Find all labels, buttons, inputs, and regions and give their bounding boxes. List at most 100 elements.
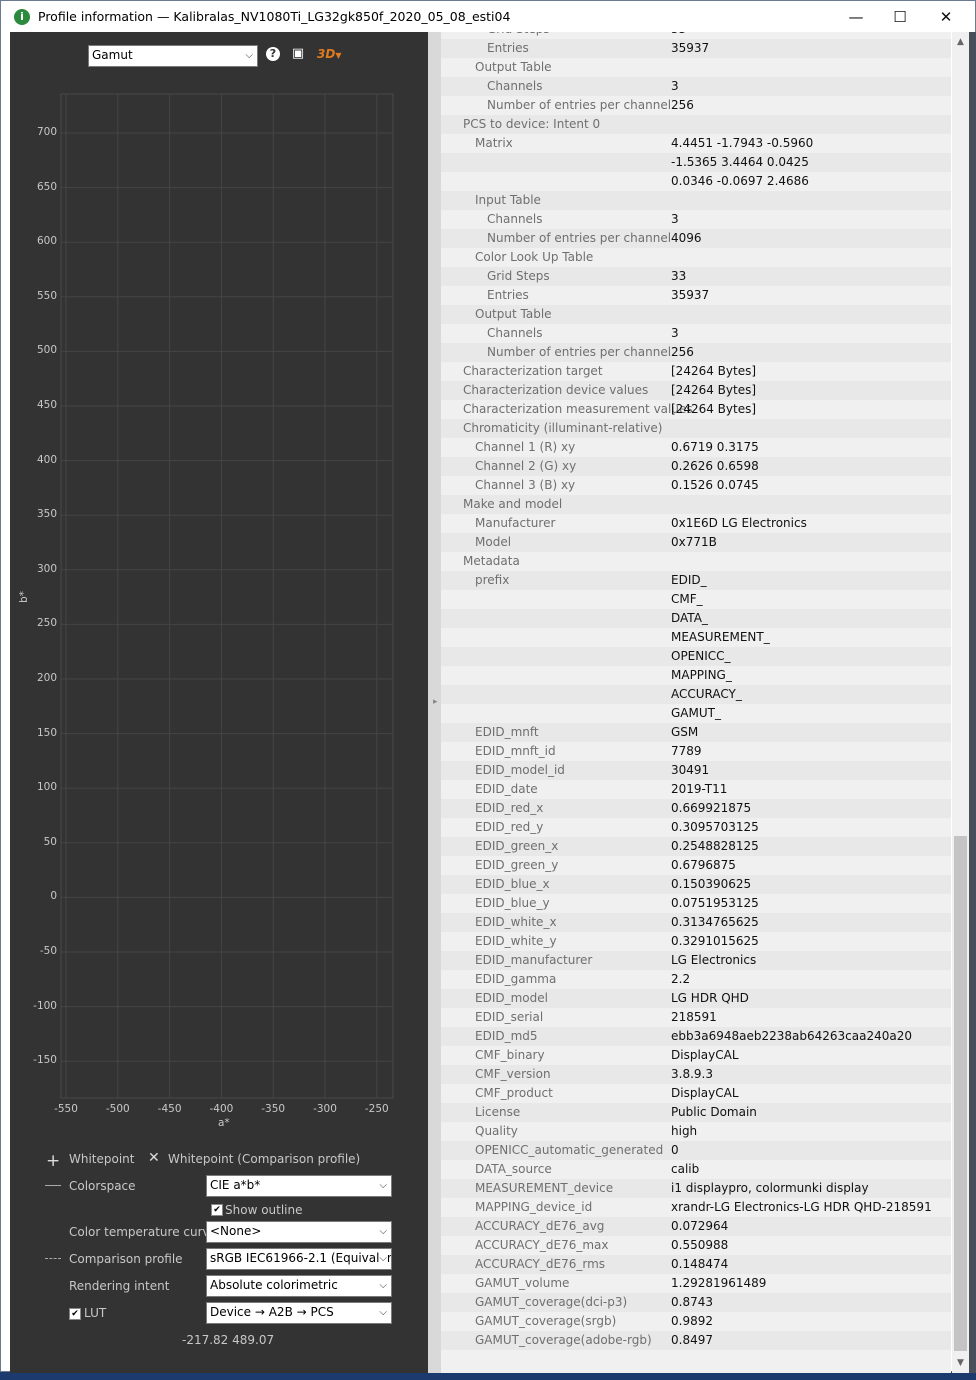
info-row[interactable]: EDID_manufacturer LG Electronics [441,951,951,970]
info-row[interactable]: Number of entries per channel 4096 [441,229,951,248]
info-row[interactable]: Manufacturer 0x1E6D LG Electronics [441,514,951,533]
info-row[interactable]: Color Look Up Table [441,248,951,267]
scroll-up-arrow-icon[interactable]: ▲ [952,34,969,51]
scroll-down-arrow-icon[interactable]: ▼ [952,1355,969,1372]
close-button[interactable]: ✕ [923,1,969,32]
info-key: EDID_red_x [475,801,544,815]
info-row[interactable]: EDID_date 2019-T11 [441,780,951,799]
gamut-plot[interactable] [1,1,441,1141]
info-row[interactable]: CMF_version 3.8.9.3 [441,1065,951,1084]
info-row[interactable]: EDID_model LG HDR QHD [441,989,951,1008]
info-row[interactable]: EDID_white_y 0.3291015625 [441,932,951,951]
minimize-button[interactable]: — [833,1,879,32]
info-row[interactable]: Grid Steps 33 [441,267,951,286]
info-row[interactable]: EDID_green_y 0.6796875 [441,856,951,875]
info-row[interactable]: Channel 1 (R) xy 0.6719 0.3175 [441,438,951,457]
info-row[interactable]: GAMUT_ [441,704,951,723]
info-row[interactable]: Characterization target [24264 Bytes] [441,362,951,381]
info-value: 0.6719 0.3175 [671,440,759,454]
lut-checkbox[interactable]: ✔ [69,1308,81,1320]
info-row[interactable]: CMF_ [441,590,951,609]
profile-info-tree[interactable]: Grid Steps33Entries35937Output TableChan… [441,32,951,1373]
info-key: Quality [475,1124,518,1138]
info-row[interactable]: GAMUT_coverage(dci-p3) 0.8743 [441,1293,951,1312]
info-row[interactable]: Model 0x771B [441,533,951,552]
colorspace-select[interactable]: CIE a*b* ⌵ [206,1175,392,1197]
info-row[interactable]: EDID_blue_x 0.150390625 [441,875,951,894]
color-temp-select[interactable]: <None> ⌵ [206,1221,392,1243]
y-tick-label: 350 [36,508,57,521]
info-row[interactable]: EDID_model_id 30491 [441,761,951,780]
info-row[interactable]: EDID_gamma 2.2 [441,970,951,989]
info-row[interactable]: -1.5365 3.4464 0.0425 [441,153,951,172]
info-row[interactable]: Grid Steps 33 [441,32,951,39]
info-row[interactable]: Chromaticity (illuminant-relative) [441,419,951,438]
info-value: ebb3a6948aeb2238ab64263caa240a20 [671,1029,913,1043]
info-row[interactable]: Quality high [441,1122,951,1141]
info-row[interactable]: License Public Domain [441,1103,951,1122]
info-row[interactable]: Output Table [441,305,951,324]
show-outline-checkbox[interactable]: ✔ [211,1204,223,1216]
info-row[interactable]: GAMUT_coverage(srgb) 0.9892 [441,1312,951,1331]
info-row[interactable]: Make and model [441,495,951,514]
info-row[interactable]: CMF_product DisplayCAL [441,1084,951,1103]
info-row[interactable]: EDID_md5 ebb3a6948aeb2238ab64263caa240a20 [441,1027,951,1046]
info-row[interactable]: Matrix 4.4451 -1.7943 -0.5960 [441,134,951,153]
info-row[interactable]: Channel 2 (G) xy 0.2626 0.6598 [441,457,951,476]
info-row[interactable]: EDID_red_y 0.3095703125 [441,818,951,837]
info-row[interactable]: Entries 35937 [441,286,951,305]
info-row[interactable]: EDID_serial 218591 [441,1008,951,1027]
info-row[interactable]: Output Table [441,58,951,77]
info-row[interactable]: DATA_source calib [441,1160,951,1179]
info-row[interactable]: ACCURACY_dE76_max 0.550988 [441,1236,951,1255]
info-row[interactable]: EDID_green_x 0.2548828125 [441,837,951,856]
info-row[interactable]: ACCURACY_ [441,685,951,704]
info-row[interactable]: MAPPING_device_id xrandr-LG Electronics-L… [441,1198,951,1217]
info-row[interactable]: DATA_ [441,609,951,628]
info-row[interactable]: MAPPING_ [441,666,951,685]
info-row[interactable]: EDID_mnft GSM [441,723,951,742]
info-row[interactable]: Number of entries per channel 256 [441,96,951,115]
comparison-profile-select[interactable]: sRGB IEC61966-2.1 (Equivalent ⌵ [206,1248,392,1270]
rendering-intent-select[interactable]: Absolute colorimetric ⌵ [206,1275,392,1297]
info-row[interactable]: GAMUT_coverage(adobe-rgb) 0.8497 [441,1331,951,1350]
info-row[interactable]: Channels 3 [441,210,951,229]
info-key: EDID_md5 [475,1029,538,1043]
maximize-button[interactable]: ☐ [877,1,923,32]
info-row[interactable]: Input Table [441,191,951,210]
lut-select[interactable]: Device → A2B → PCS ⌵ [206,1302,392,1324]
info-value: 0.072964 [671,1219,729,1233]
info-key: EDID_blue_x [475,877,550,891]
info-row[interactable]: Metadata [441,552,951,571]
info-row[interactable]: Characterization device values [24264 Byt… [441,381,951,400]
info-row[interactable]: GAMUT_volume 1.29281961489 [441,1274,951,1293]
info-row[interactable]: Channels 3 [441,324,951,343]
y-tick-label: 0 [50,890,57,903]
info-row[interactable]: Channels 3 [441,77,951,96]
info-row[interactable]: Characterization measurement values [2426… [441,400,951,419]
info-row[interactable]: 0.0346 -0.0697 2.4686 [441,172,951,191]
info-row[interactable]: EDID_white_x 0.3134765625 [441,913,951,932]
info-row[interactable]: ACCURACY_dE76_avg 0.072964 [441,1217,951,1236]
color-temp-label: Color temperature curve [69,1225,218,1239]
info-row[interactable]: EDID_blue_y 0.0751953125 [441,894,951,913]
info-row[interactable]: EDID_red_x 0.669921875 [441,799,951,818]
color-temp-value: <None> [210,1224,262,1238]
info-row[interactable]: ACCURACY_dE76_rms 0.148474 [441,1255,951,1274]
info-row[interactable]: CMF_binary DisplayCAL [441,1046,951,1065]
info-row[interactable]: MEASUREMENT_ [441,628,951,647]
info-row[interactable]: MEASUREMENT_device i1 displaypro, colormu… [441,1179,951,1198]
scrollbar-thumb[interactable] [954,836,967,1351]
info-row[interactable]: Channel 3 (B) xy 0.1526 0.0745 [441,476,951,495]
info-row[interactable]: prefix EDID_ [441,571,951,590]
info-row[interactable]: OPENICC_automatic_generated 0 [441,1141,951,1160]
cursor-coordinates: -217.82 489.07 [182,1333,275,1347]
info-row[interactable]: Entries 35937 [441,39,951,58]
info-key: GAMUT_coverage(srgb) [475,1314,617,1328]
info-key: Output Table [475,60,552,74]
info-value: 0.0346 -0.0697 2.4686 [671,174,809,188]
info-row[interactable]: PCS to device: Intent 0 [441,115,951,134]
info-row[interactable]: OPENICC_ [441,647,951,666]
info-row[interactable]: EDID_mnft_id 7789 [441,742,951,761]
info-row[interactable]: Number of entries per channel 256 [441,343,951,362]
